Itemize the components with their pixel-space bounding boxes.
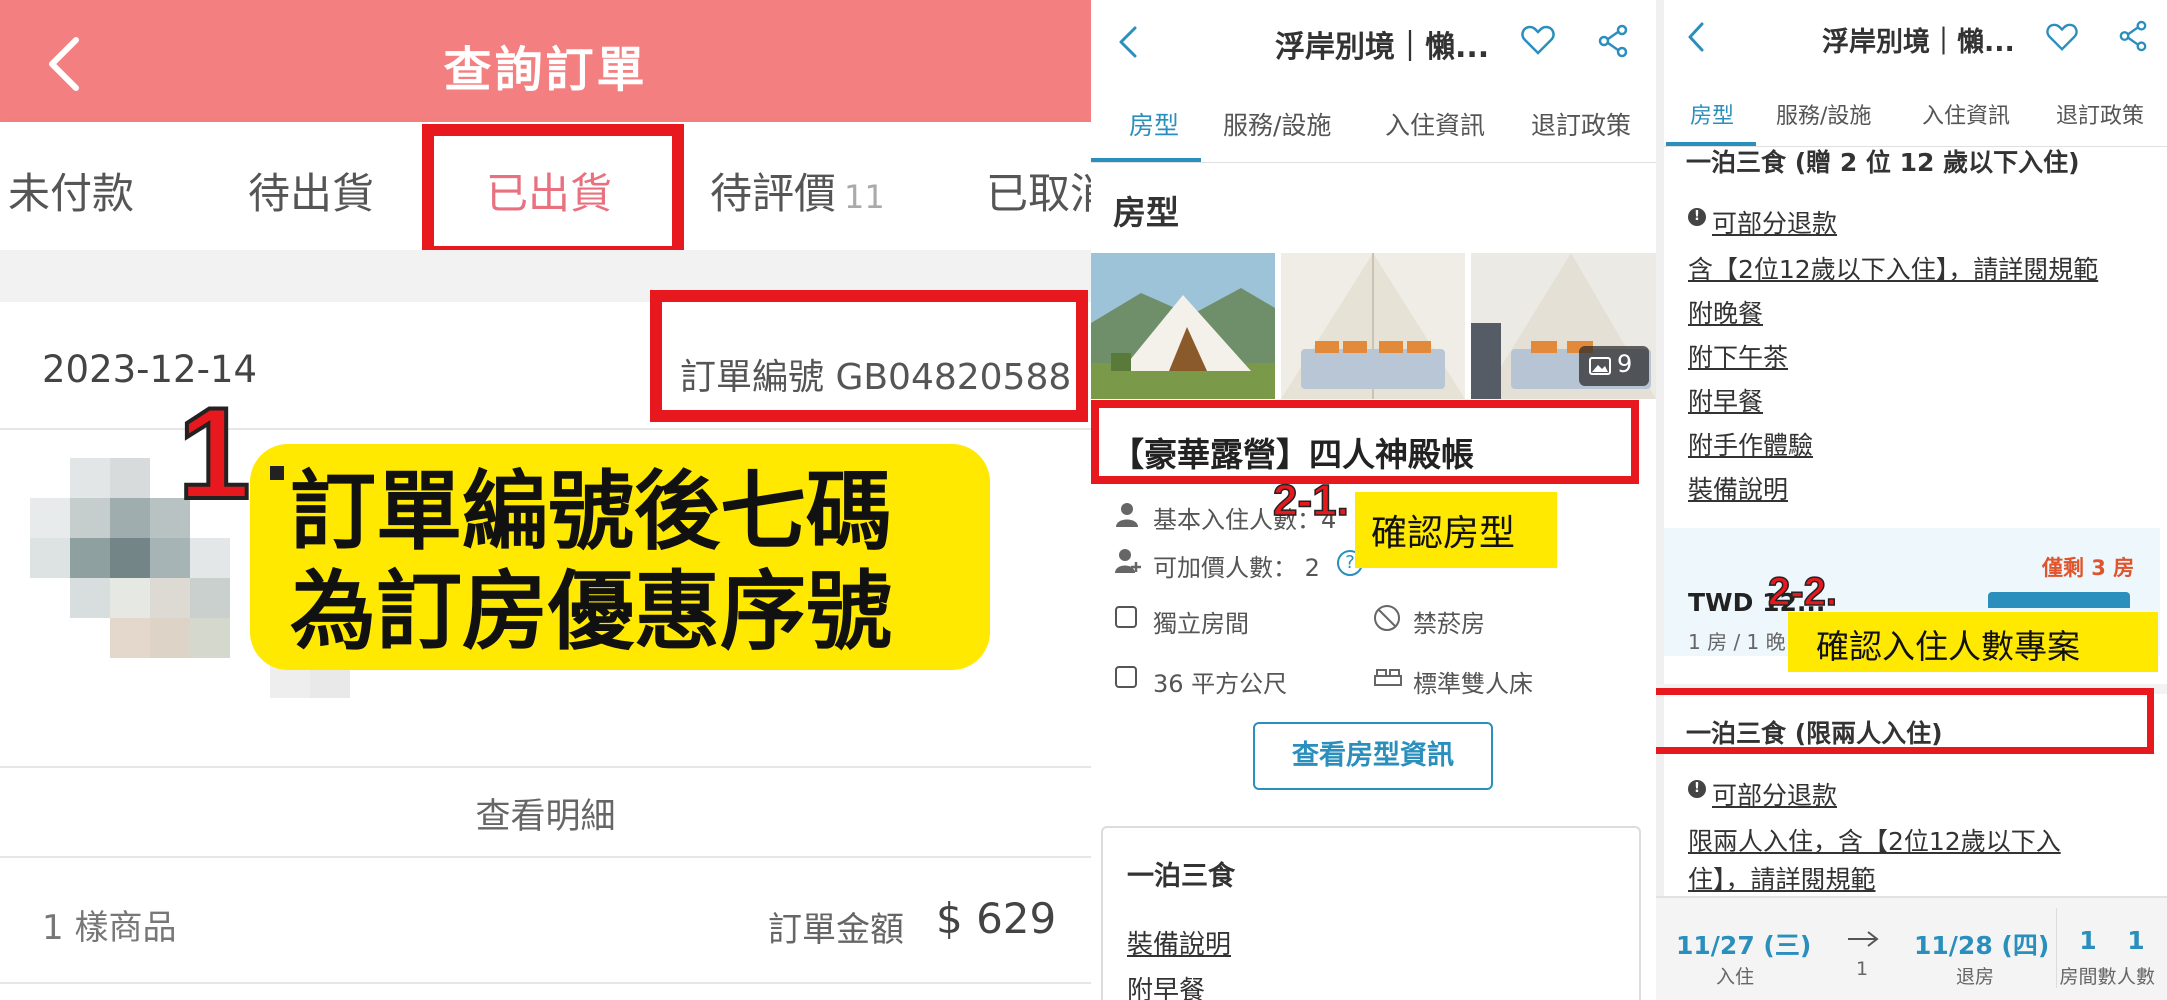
dinner-link[interactable]: 附晚餐 (1688, 294, 1763, 330)
section-title: 房型 (1113, 193, 1179, 232)
partial-refund-link[interactable]: 可部分退款 (1712, 204, 1837, 240)
annotation-line-2: 為訂房優惠序號 (290, 562, 892, 662)
door-icon (1115, 606, 1137, 628)
checkout-label: 退房 (1956, 966, 1995, 988)
tab-to-review-label: 待評價 (710, 169, 837, 218)
tab-unpaid[interactable]: 未付款 (8, 160, 134, 221)
highlight-box-plan (1656, 688, 2154, 754)
area-icon (1115, 666, 1137, 688)
feature-area: 36 平方公尺 (1153, 670, 1288, 698)
partial-refund-link[interactable]: 可部分退款 (1712, 776, 1837, 812)
item-count: 1 樣商品 (42, 908, 177, 948)
back-chevron-icon[interactable] (1684, 20, 1708, 54)
equipment-info-link[interactable]: 裝備說明 (1688, 470, 1788, 506)
tab-checkin-info[interactable]: 入住資訊 (1385, 106, 1485, 142)
plan-detail-link[interactable]: 含【2位12歲以下入住】，請詳閱規範 (1688, 250, 2098, 286)
divider (1091, 162, 1656, 163)
person-plus-icon (1115, 549, 1141, 573)
tab-room-types[interactable]: 房型 (1690, 98, 1734, 130)
tab-checkin-info[interactable]: 入住資訊 (1922, 98, 2010, 130)
divider (0, 856, 1091, 858)
tab-cancelled[interactable]: 已取消 (986, 160, 1091, 221)
hotel-title: 浮岸別境｜懶... (1275, 30, 1490, 65)
annotation-callout: 確認房型 (1355, 492, 1557, 568)
nights-count: 1 (1856, 958, 1869, 980)
highlight-box-order-number (650, 290, 1088, 422)
page-title: 查詢訂單 (443, 42, 648, 98)
info-icon: ! (1688, 208, 1706, 226)
order-total-label: 訂單金額 (768, 910, 904, 950)
divider (0, 428, 1091, 430)
tab-room-types[interactable]: 房型 (1129, 106, 1179, 142)
room-detail-screen: 浮岸別境｜懶... 房型 服務/設施 入住資訊 退訂政策 房型 9 【豪華露營】… (1091, 0, 1656, 1000)
tab-cancellation-policy[interactable]: 退訂政策 (1531, 106, 1631, 142)
arrow-right-icon (1848, 931, 1879, 947)
breakfast-link[interactable]: 附早餐 (1127, 970, 1205, 1000)
rooms-left-badge: 僅剩 3 房 (2042, 556, 2135, 580)
hotel-title: 浮岸別境｜懶... (1822, 27, 2015, 58)
highlight-box-shipped-tab (422, 124, 684, 258)
back-chevron-icon[interactable] (1115, 24, 1141, 60)
feature-private-room: 獨立房間 (1153, 610, 1249, 638)
plan-title: 一泊三食 (1127, 861, 1235, 892)
gallery-icon (1589, 357, 1611, 375)
tab-services[interactable]: 服務/設施 (1776, 98, 1871, 130)
annotation-step-badge: 2-2. (1767, 569, 1837, 615)
highlight-box-room-name (1091, 400, 1639, 484)
divider (0, 982, 1091, 984)
checkin-label: 入住 (1716, 966, 1755, 988)
equipment-info-link[interactable]: 裝備說明 (1127, 924, 1231, 961)
tab-services[interactable]: 服務/設施 (1223, 106, 1331, 142)
checkin-date[interactable]: 11/27 (三) (1676, 926, 1811, 962)
people-count[interactable]: 1 (2108, 926, 2164, 955)
annotation-step-number: 1 (176, 378, 252, 528)
price-unit: 1 房 / 1 晚 (1688, 630, 1786, 654)
divider (1656, 0, 1664, 1000)
plan-title: 一泊三食 (贈 2 位 12 歲以下入住) (1686, 148, 2080, 177)
feature-bed: 標準雙人床 (1413, 670, 1533, 698)
handcraft-link[interactable]: 附手作體驗 (1688, 426, 1813, 462)
share-icon[interactable] (2118, 20, 2148, 52)
heart-icon[interactable] (2046, 22, 2078, 52)
annotation-dot (270, 466, 284, 480)
photo-count-badge[interactable]: 9 (1579, 346, 1649, 386)
bed-icon (1374, 669, 1402, 686)
plan-detail-link-cont[interactable]: 住】，請詳閱規範 (1688, 860, 1876, 896)
feature-non-smoking: 禁菸房 (1413, 610, 1485, 638)
annotation-line-1: 訂單編號後七碼 (290, 462, 892, 562)
photo-count: 9 (1617, 350, 1633, 378)
extra-occupancy: 可加價人數： 2 (1153, 554, 1320, 582)
annotation-callout: 確認入住人數專案 (1788, 612, 2158, 672)
person-icon (1116, 503, 1138, 527)
room-photo[interactable] (1091, 253, 1275, 399)
tab-cancellation-policy[interactable]: 退訂政策 (2056, 98, 2144, 130)
share-icon[interactable] (1597, 24, 1629, 58)
order-total-value: $ 629 (936, 894, 1057, 943)
book-button[interactable] (1988, 592, 2130, 608)
afternoon-tea-link[interactable]: 附下午茶 (1688, 338, 1788, 374)
people-label: 人數 (2116, 966, 2155, 988)
annotation-callout-text: 訂單編號後七碼 為訂房優惠序號 (290, 462, 980, 662)
checkout-date[interactable]: 11/28 (四) (1914, 926, 2049, 962)
tab-pending-shipment[interactable]: 待出貨 (248, 160, 374, 221)
no-smoking-icon (1374, 605, 1400, 631)
info-icon: ! (1688, 780, 1706, 798)
view-details-link[interactable]: 查看明細 (0, 788, 1091, 839)
room-plans-screen: 浮岸別境｜懶... 房型 服務/設施 入住資訊 退訂政策 一泊三食 (贈 2 位… (1656, 0, 2167, 1000)
plan-detail-link[interactable]: 限兩人入住，含【2位12歲以下入 (1688, 822, 2061, 858)
divider (0, 766, 1091, 768)
tab-to-review[interactable]: 待評價 11 (710, 160, 885, 221)
breakfast-link[interactable]: 附早餐 (1688, 382, 1763, 418)
view-room-info-button[interactable]: 查看房型資訊 (1253, 722, 1493, 790)
annotation-step-badge: 2-1. (1272, 475, 1349, 526)
heart-icon[interactable] (1521, 24, 1555, 56)
order-query-screen: 查詢訂單 未付款 待出貨 已出貨 待評價11 已取消 2023-12-14 訂單… (0, 0, 1091, 1000)
room-photo[interactable] (1281, 253, 1465, 399)
review-count-badge: 11 (844, 178, 885, 216)
